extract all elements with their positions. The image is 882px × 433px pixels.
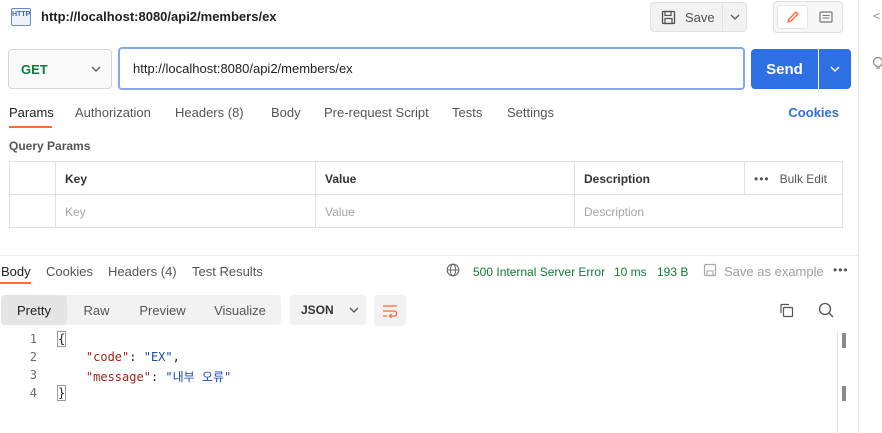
format-select[interactable]: JSON: [290, 295, 366, 325]
close-brace: }: [57, 385, 67, 401]
search-icon[interactable]: [818, 302, 834, 318]
http-icon: HTTP: [11, 8, 31, 26]
response-size[interactable]: 193 B: [657, 265, 688, 279]
key-column-header: Key: [55, 162, 315, 195]
collapse-sidebar-icon[interactable]: <: [873, 9, 880, 23]
code-line: 1 {: [0, 331, 840, 350]
editor-scroll-track: [837, 332, 838, 433]
response-format-tabs: Pretty Raw Preview Visualize: [1, 295, 281, 325]
method-select[interactable]: GET: [8, 49, 112, 89]
tab-response-headers[interactable]: Headers (4): [108, 264, 177, 279]
bulk-edit-button[interactable]: ••• Bulk Edit: [744, 162, 842, 195]
chevron-down-icon: [349, 307, 359, 313]
tab-pretty[interactable]: Pretty: [1, 295, 67, 325]
save-icon: [661, 10, 676, 24]
line-number: 2: [29, 350, 37, 364]
query-params-table: Key Value Description ••• Bulk Edit Key …: [9, 161, 843, 228]
tab-pre-request-script[interactable]: Pre-request Script: [324, 105, 429, 120]
url-input[interactable]: [118, 47, 745, 90]
globe-icon[interactable]: [446, 263, 460, 277]
wrap-lines-button[interactable]: [374, 295, 406, 326]
checkbox-column-header: [10, 162, 55, 195]
response-tabs: Body Cookies Headers (4) Test Results 50…: [0, 262, 858, 284]
line-number: 1: [29, 332, 37, 346]
table-header-row: Key Value Description ••• Bulk Edit: [10, 162, 842, 195]
send-button[interactable]: Send: [751, 49, 818, 89]
section-divider: [0, 255, 858, 256]
response-body-editor[interactable]: 1 { 2 "code": "EX", 3 "message": "내부 오류"…: [0, 331, 858, 433]
save-as-example-button[interactable]: Save as example: [724, 264, 824, 279]
tab-tests[interactable]: Tests: [452, 105, 482, 120]
scrollbar-marker[interactable]: [842, 386, 846, 401]
tab-response-cookies[interactable]: Cookies: [46, 264, 93, 279]
value-input[interactable]: Value: [315, 195, 574, 228]
send-label: Send: [766, 60, 803, 78]
chevron-down-icon: [830, 66, 840, 72]
value-column-header: Value: [315, 162, 574, 195]
save-label: Save: [685, 9, 715, 25]
method-label: GET: [21, 61, 48, 77]
line-number: 3: [29, 368, 37, 382]
title-row: HTTP http://localhost:8080/api2/members/…: [0, 0, 858, 34]
row-checkbox-cell: [10, 195, 55, 228]
status-badge[interactable]: 500 Internal Server Error: [473, 265, 605, 279]
send-options-button[interactable]: [819, 49, 851, 89]
table-row: Key Value Description: [10, 195, 842, 228]
tab-test-results[interactable]: Test Results: [192, 264, 263, 279]
code-line: 4 }: [0, 385, 840, 404]
chevron-down-icon: [91, 66, 101, 72]
json-key-message: "message": [85, 370, 151, 384]
active-response-tab-indicator: [0, 282, 31, 284]
response-time[interactable]: 10 ms: [614, 265, 647, 279]
request-tabs: Params Authorization Headers (8) Body Pr…: [0, 100, 858, 128]
wrap-lines-icon: [383, 304, 398, 318]
request-title[interactable]: http://localhost:8080/api2/members/ex: [41, 9, 277, 24]
comment-icon: [818, 10, 833, 23]
code-line: 2 "code": "EX",: [0, 350, 840, 368]
tab-response-body[interactable]: Body: [1, 264, 31, 279]
tab-raw[interactable]: Raw: [67, 295, 126, 325]
active-tab-indicator: [9, 126, 52, 128]
description-input[interactable]: Description: [574, 195, 842, 228]
view-mode-toggle: [773, 1, 843, 33]
edit-icon: [786, 11, 799, 23]
chevron-down-icon: [730, 14, 739, 20]
tab-visualize[interactable]: Visualize: [199, 295, 281, 325]
tab-headers[interactable]: Headers (8): [175, 105, 244, 120]
save-icon: [703, 263, 717, 277]
code-line: 3 "message": "내부 오류": [0, 368, 840, 386]
format-select-label: JSON: [301, 303, 334, 317]
copy-icon[interactable]: [779, 303, 794, 318]
tab-settings[interactable]: Settings: [507, 105, 554, 120]
save-options-button[interactable]: [722, 2, 747, 32]
tab-preview[interactable]: Preview: [126, 295, 199, 325]
save-button[interactable]: Save: [650, 2, 722, 32]
key-input[interactable]: Key: [55, 195, 315, 228]
cookies-link[interactable]: Cookies: [788, 105, 839, 120]
open-brace: {: [57, 331, 67, 347]
edit-button[interactable]: [777, 5, 808, 29]
right-sidebar-divider: [858, 0, 859, 433]
tab-authorization[interactable]: Authorization: [75, 105, 151, 120]
tab-params[interactable]: Params: [9, 105, 54, 120]
more-options-icon[interactable]: •••: [833, 263, 849, 277]
scrollbar-thumb[interactable]: [842, 333, 846, 348]
comments-button[interactable]: [811, 5, 840, 29]
json-key-code: "code": [85, 350, 130, 364]
json-value-code: "EX": [143, 350, 173, 364]
line-number: 4: [29, 386, 37, 400]
bulk-edit-label: Bulk Edit: [779, 171, 827, 186]
tab-body[interactable]: Body: [271, 105, 301, 120]
query-params-title: Query Params: [9, 139, 91, 153]
lightbulb-icon[interactable]: [872, 56, 882, 73]
more-icon: •••: [754, 171, 770, 186]
description-column-header: Description: [574, 162, 744, 195]
json-value-message: "내부 오류": [165, 370, 232, 384]
